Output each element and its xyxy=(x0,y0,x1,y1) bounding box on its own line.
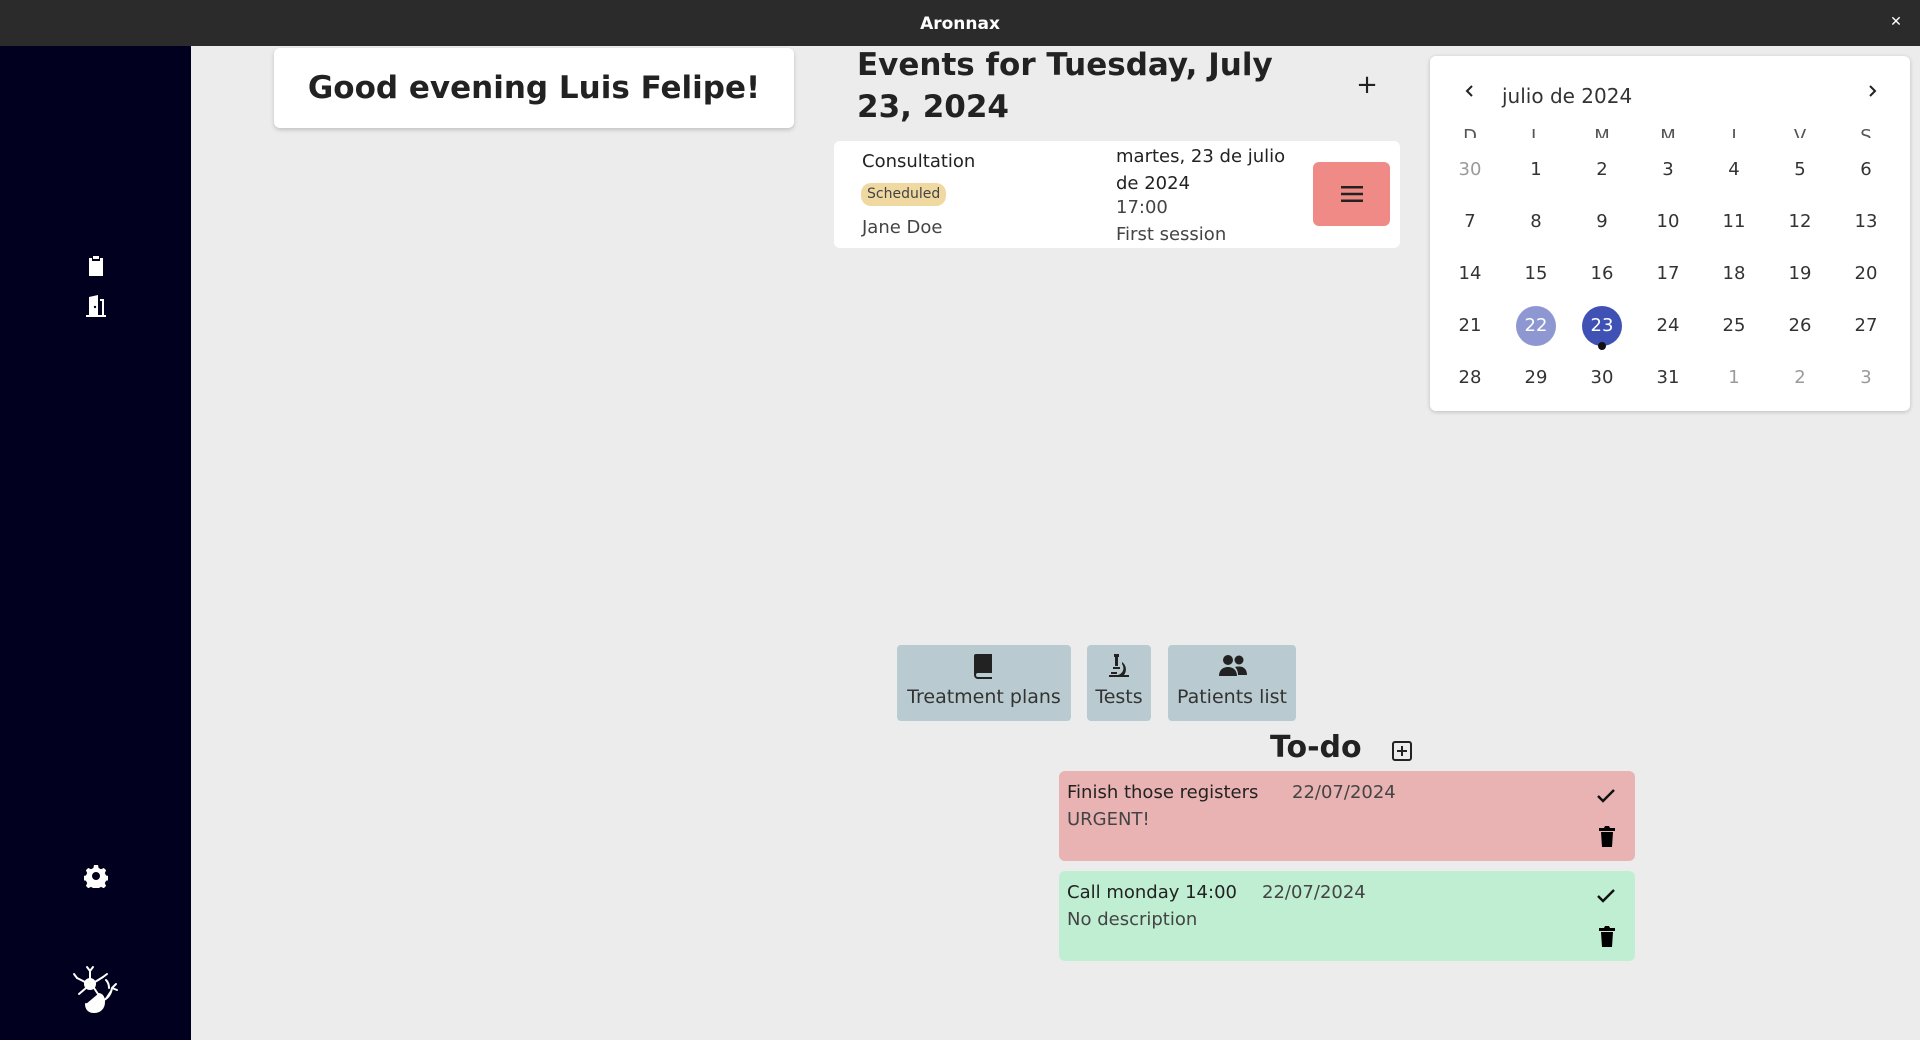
calendar-weekday: S xyxy=(1860,126,1872,138)
patients-list-label: Patients list xyxy=(1176,686,1287,708)
calendar-weekday: D xyxy=(1463,126,1477,138)
event-type: Consultation xyxy=(862,151,976,172)
calendar-day[interactable]: 1 xyxy=(1516,150,1556,190)
calendar-day[interactable]: 18 xyxy=(1714,254,1754,294)
add-square-icon[interactable] xyxy=(1391,740,1413,762)
patients-list-button[interactable]: Patients list xyxy=(1168,645,1296,721)
calendar-day[interactable]: 14 xyxy=(1450,254,1490,294)
calendar-day[interactable]: 12 xyxy=(1780,202,1820,242)
sidebar xyxy=(0,46,191,1040)
event-menu-button[interactable] xyxy=(1313,162,1390,226)
calendar-day[interactable]: 16 xyxy=(1582,254,1622,294)
calendar-day[interactable]: 24 xyxy=(1648,306,1688,346)
event-patient: Jane Doe xyxy=(862,217,943,238)
todo-item-description: URGENT! xyxy=(1067,809,1150,830)
calendar-day[interactable]: 8 xyxy=(1516,202,1556,242)
calendar-day[interactable]: 29 xyxy=(1516,358,1556,398)
calendar-day[interactable]: 4 xyxy=(1714,150,1754,190)
calendar-day[interactable]: 31 xyxy=(1648,358,1688,398)
trash-icon[interactable] xyxy=(1597,925,1617,947)
calendar-day[interactable]: 10 xyxy=(1648,202,1688,242)
treatment-plans-label: Treatment plans xyxy=(907,686,1061,708)
calendar-day[interactable]: 9 xyxy=(1582,202,1622,242)
calendar-weekday: J xyxy=(1731,126,1737,138)
add-event-button[interactable]: + xyxy=(1356,72,1378,98)
greeting-card: Good evening Luis Felipe! xyxy=(274,48,794,128)
calendar-day[interactable]: 17 xyxy=(1648,254,1688,294)
window-titlebar: Aronnax ✕ xyxy=(0,0,1920,46)
todo-item-date: 22/07/2024 xyxy=(1262,882,1366,903)
close-icon[interactable]: ✕ xyxy=(1886,12,1906,32)
greeting-text: Good evening Luis Felipe! xyxy=(307,70,761,106)
window-title: Aronnax xyxy=(920,14,1000,34)
calendar-day[interactable]: 11 xyxy=(1714,202,1754,242)
event-card: Consultation Scheduled Jane Doe martes, … xyxy=(834,141,1400,248)
calendar-day[interactable]: 3 xyxy=(1846,358,1886,398)
calendar-day[interactable]: 2 xyxy=(1780,358,1820,398)
todo-item: Finish those registers 22/07/2024 URGENT… xyxy=(1059,771,1635,861)
calendar-day[interactable]: 13 xyxy=(1846,202,1886,242)
todo-item-date: 22/07/2024 xyxy=(1292,782,1396,803)
calendar-day[interactable]: 20 xyxy=(1846,254,1886,294)
todo-item-description: No description xyxy=(1067,909,1198,930)
todo-title: To-do xyxy=(1270,730,1362,765)
events-title: Events for Tuesday, July 23, 2024 xyxy=(857,47,1273,125)
calendar-month-label: julio de 2024 xyxy=(1502,84,1633,108)
calendar-day[interactable]: 28 xyxy=(1450,358,1490,398)
calendar-day[interactable]: 19 xyxy=(1780,254,1820,294)
check-icon[interactable] xyxy=(1595,885,1617,907)
calendar-day[interactable]: 15 xyxy=(1516,254,1556,294)
tests-button[interactable]: Tests xyxy=(1087,645,1151,721)
event-description: First session xyxy=(1116,224,1227,245)
treatment-plans-button[interactable]: Treatment plans xyxy=(897,645,1071,721)
event-date: martes, 23 de julio de 2024 xyxy=(1116,146,1286,194)
calendar-day[interactable]: 30 xyxy=(1450,150,1490,190)
status-badge: Scheduled xyxy=(861,183,947,206)
app-logo xyxy=(70,964,122,1016)
door-exit-icon[interactable] xyxy=(84,294,108,318)
book-icon xyxy=(970,652,998,680)
calendar-day[interactable]: 1 xyxy=(1714,358,1754,398)
calendar-day[interactable]: 27 xyxy=(1846,306,1886,346)
calendar-day[interactable]: 30 xyxy=(1582,358,1622,398)
todo-item-title: Call monday 14:00 xyxy=(1067,882,1237,903)
calendar-day[interactable]: 21 xyxy=(1450,306,1490,346)
calendar-weekday: M xyxy=(1594,126,1610,138)
tests-label: Tests xyxy=(1095,686,1143,708)
calendar-day[interactable]: 25 xyxy=(1714,306,1754,346)
trash-icon[interactable] xyxy=(1597,825,1617,847)
todo-item: Call monday 14:00 22/07/2024 No descript… xyxy=(1059,871,1635,961)
calendar-day[interactable]: 3 xyxy=(1648,150,1688,190)
calendar-weekday: V xyxy=(1793,126,1807,138)
calendar-day[interactable]: 6 xyxy=(1846,150,1886,190)
chevron-left-icon[interactable] xyxy=(1462,83,1478,99)
calendar-weekday: L xyxy=(1530,126,1542,138)
gear-icon[interactable] xyxy=(84,864,108,888)
chevron-right-icon[interactable] xyxy=(1864,83,1880,99)
calendar-day[interactable]: 26 xyxy=(1780,306,1820,346)
clipboard-badge-icon[interactable] xyxy=(84,254,108,278)
calendar-day[interactable]: 5 xyxy=(1780,150,1820,190)
users-icon xyxy=(1218,652,1247,680)
todo-item-title: Finish those registers xyxy=(1067,782,1259,803)
calendar: julio de 2024 D L M M J V S 30 1 2 3 4 5 6 7 8 9 10 11 12 13… xyxy=(1430,56,1910,411)
check-icon[interactable] xyxy=(1595,785,1617,807)
event-time: 17:00 xyxy=(1116,197,1168,218)
calendar-day[interactable]: 23 xyxy=(1582,306,1622,350)
calendar-day[interactable]: 7 xyxy=(1450,202,1490,242)
calendar-weekday: M xyxy=(1660,126,1676,138)
hamburger-icon xyxy=(1340,186,1363,202)
calendar-day[interactable]: 22 xyxy=(1516,306,1556,346)
event-indicator-dot xyxy=(1598,342,1606,350)
calendar-day[interactable]: 2 xyxy=(1582,150,1622,190)
microscope-icon xyxy=(1105,652,1133,680)
